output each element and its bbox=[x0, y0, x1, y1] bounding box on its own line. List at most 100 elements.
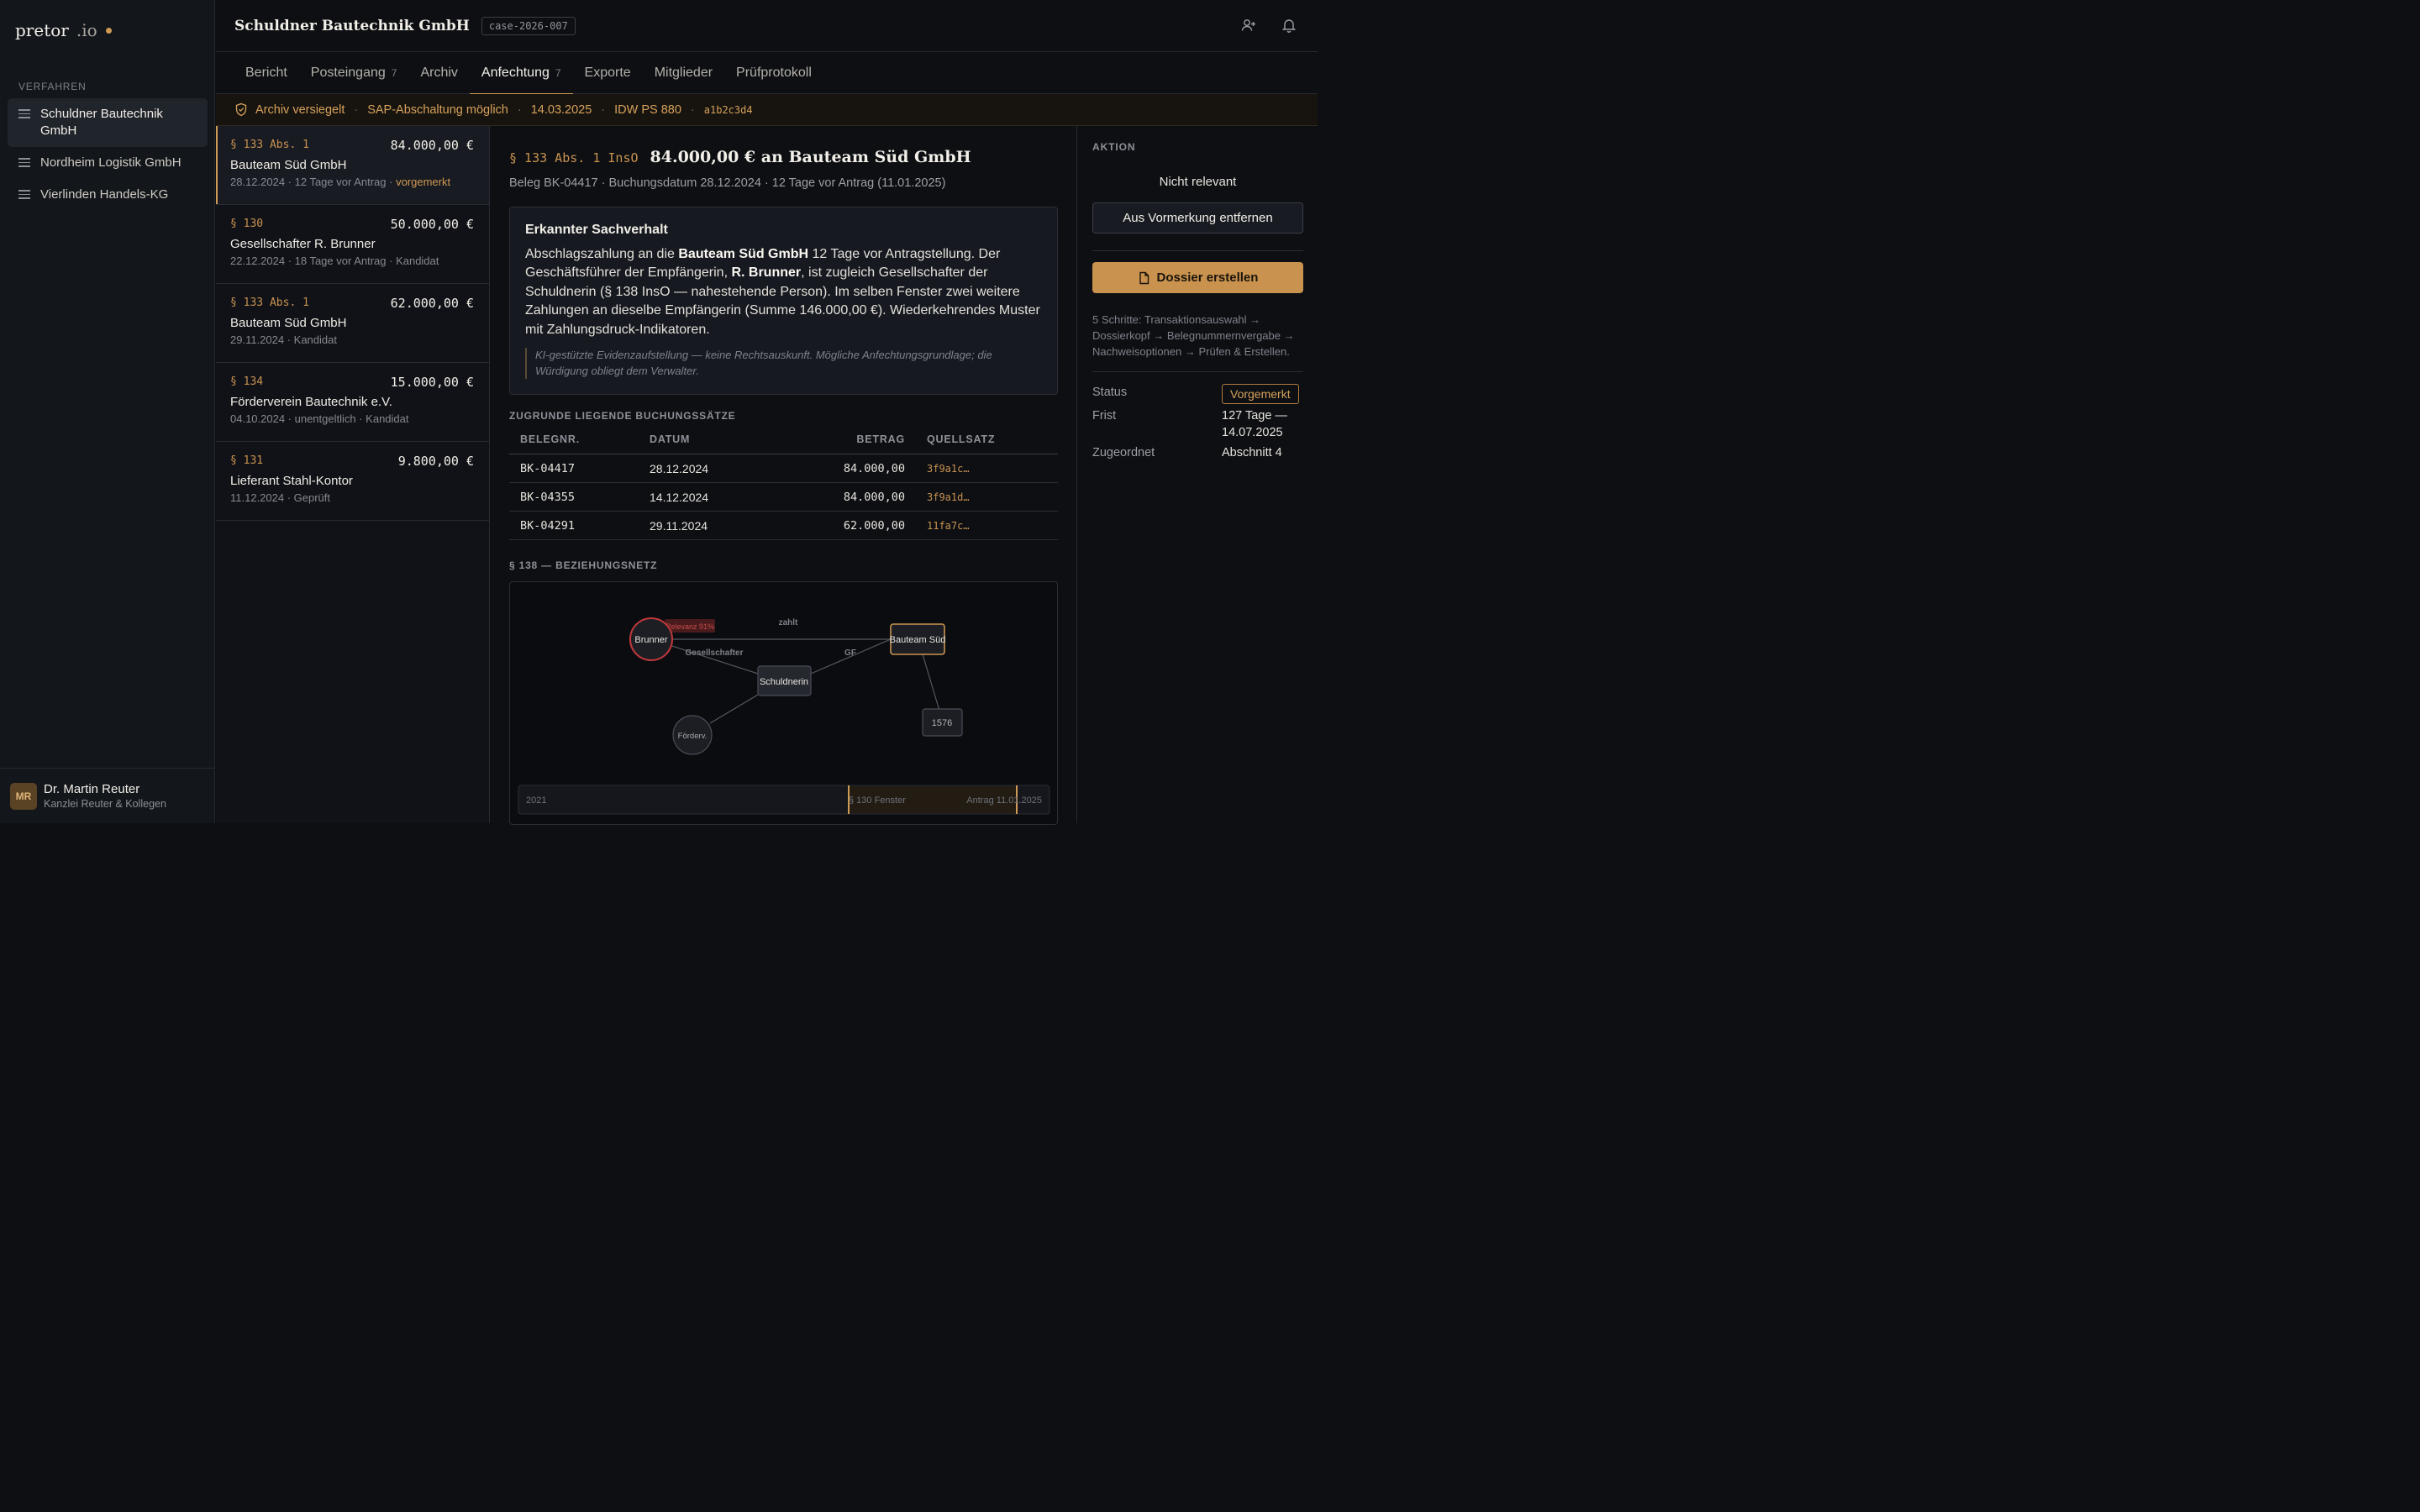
cell-date: 29.11.2024 bbox=[639, 511, 756, 541]
column-header: QUELLSATZ bbox=[916, 433, 1058, 455]
sidebar-item-label: Schuldner Bautechnik GmbH bbox=[40, 107, 163, 138]
create-dossier-button[interactable]: Dossier erstellen bbox=[1092, 262, 1303, 293]
cell-beleg: BK-04355 bbox=[509, 482, 639, 512]
list-item-meta: 04.10.2024 · unentgeltlich · Kandidat bbox=[230, 412, 409, 425]
timeline-bar[interactable]: 2021 § 130 Fenster Antrag 11.01.2025 bbox=[518, 785, 1050, 815]
list-item[interactable]: § 133 Abs. 1 84.000,00 € Bauteam Süd Gmb… bbox=[216, 126, 489, 205]
tab-label: Posteingang bbox=[310, 66, 386, 80]
dossier-steps-hint: 5 Schritte: Transaktionsauswahl → Dossie… bbox=[1092, 313, 1295, 358]
tab-count: 7 bbox=[391, 67, 397, 79]
detail-paragraph: § 133 Abs. 1 InsO bbox=[509, 150, 639, 165]
edge-1576 bbox=[922, 654, 940, 711]
sidebar-item-nordheim-logistik[interactable]: Nordheim Logistik GmbH bbox=[8, 147, 208, 179]
cell-beleg: BK-04291 bbox=[509, 511, 639, 541]
facts-card-body: Abschlagszahlung an die Bauteam Süd GmbH… bbox=[525, 247, 1040, 337]
column-header: BETRAG bbox=[756, 433, 916, 455]
node-brunner[interactable]: Brunner bbox=[629, 617, 673, 662]
cell-source-link[interactable]: 11fa7c… bbox=[916, 511, 1058, 541]
node-foerderv[interactable]: Förderv. bbox=[672, 715, 713, 755]
shield-check-icon bbox=[234, 102, 248, 117]
node-schuldnerin[interactable]: Schuldnerin bbox=[757, 665, 812, 696]
case-id-badge: case-2026-007 bbox=[481, 16, 576, 35]
detail-subtitle: Beleg BK-04417 · Buchungsdatum 28.12.202… bbox=[509, 176, 946, 190]
edge-label-gf: GF bbox=[844, 648, 856, 658]
cell-amount: 84.000,00 bbox=[756, 482, 916, 512]
edge-foerderv bbox=[709, 694, 759, 724]
timeline-start-label: 2021 bbox=[526, 795, 546, 806]
list-item[interactable]: § 130 50.000,00 € Gesellschafter R. Brun… bbox=[216, 205, 489, 284]
tab-label: Anfechtung bbox=[481, 66, 550, 80]
list-item-meta: 11.12.2024 · Geprüft bbox=[230, 491, 331, 504]
list-icon bbox=[18, 190, 30, 202]
column-header: BELEGNR. bbox=[509, 433, 639, 455]
cell-amount: 84.000,00 bbox=[756, 454, 916, 484]
detail-panel: § 133 Abs. 1 InsO 84.000,00 € an Bauteam… bbox=[491, 126, 1076, 826]
list-icon bbox=[18, 109, 30, 121]
frist-key: Frist bbox=[1092, 409, 1117, 423]
sidebar-section-title: VERFAHREN bbox=[18, 81, 87, 92]
transaction-list: § 133 Abs. 1 84.000,00 € Bauteam Süd Gmb… bbox=[216, 126, 490, 823]
bookings-section-title: ZUGRUNDE LIEGENDE BUCHUNGSSÄTZE bbox=[509, 410, 736, 423]
column-header: DATUM bbox=[639, 433, 756, 455]
assigned-value: Abschnitt 4 bbox=[1222, 446, 1282, 459]
table-row[interactable]: BK-04355 14.12.2024 84.000,00 3f9a1d… bbox=[509, 482, 1058, 512]
sidebar-item-vierlinden-handels[interactable]: Vierlinden Handels-KG bbox=[8, 179, 208, 211]
sealed-status: Archiv versiegelt bbox=[255, 102, 345, 117]
action-panel: AKTION Nicht relevant Aus Vormerkung ent… bbox=[1076, 126, 1318, 823]
not-relevant-button[interactable]: Nicht relevant bbox=[1092, 175, 1303, 189]
avatar: MR bbox=[10, 782, 37, 810]
topbar: Schuldner Bautechnik GmbH case-2026-007 bbox=[216, 0, 1318, 52]
tab-anfechtung[interactable]: Anfechtung 7 bbox=[469, 52, 573, 95]
sidebar-item-schuldner-bautechnik[interactable]: Schuldner Bautechnik GmbH bbox=[8, 98, 208, 147]
cell-source-link[interactable]: 3f9a1c… bbox=[916, 454, 1058, 484]
page-title: Schuldner Bautechnik GmbH bbox=[234, 17, 470, 34]
list-item[interactable]: § 131 9.800,00 € Lieferant Stahl-Kontor … bbox=[216, 442, 489, 521]
user-org: Kanzlei Reuter & Kollegen bbox=[44, 798, 166, 810]
list-item-meta: 22.12.2024 · 18 Tage vor Antrag · Kandid… bbox=[230, 255, 439, 267]
logo-dot-icon bbox=[105, 27, 112, 34]
node-label: Förderv. bbox=[678, 732, 708, 741]
tab-mitglieder[interactable]: Mitglieder bbox=[643, 52, 724, 94]
bell-icon[interactable] bbox=[1281, 17, 1297, 34]
meta-list: Status Vorgemerkt Frist 127 Tage — 14.07… bbox=[1092, 384, 1303, 461]
node-1576[interactable]: 1576 bbox=[922, 708, 963, 737]
cell-source-link[interactable]: 3f9a1d… bbox=[916, 482, 1058, 512]
ai-disclaimer: KI-gestützte Evidenzaufstellung — keine … bbox=[525, 348, 1042, 380]
edge-label-gesellschafter: Gesellschafter bbox=[686, 648, 744, 658]
facts-card-title: Erkannter Sachverhalt bbox=[525, 223, 668, 237]
list-item-name: Förderverein Bautechnik e.V. bbox=[230, 395, 392, 409]
node-label: Schuldnerin bbox=[760, 677, 808, 687]
list-item-name: Bauteam Süd GmbH bbox=[230, 158, 347, 172]
list-item-amount: 9.800,00 € bbox=[397, 454, 474, 469]
tab-posteingang[interactable]: Posteingang 7 bbox=[299, 52, 409, 94]
list-item[interactable]: § 133 Abs. 1 62.000,00 € Bauteam Süd Gmb… bbox=[216, 284, 489, 363]
cell-date: 14.12.2024 bbox=[639, 482, 756, 512]
tab-exporte[interactable]: Exporte bbox=[573, 52, 643, 94]
list-item[interactable]: § 134 15.000,00 € Förderverein Bautechni… bbox=[216, 363, 489, 442]
remove-mark-button[interactable]: Aus Vormerkung entfernen bbox=[1092, 202, 1303, 234]
tab-bericht[interactable]: Bericht bbox=[234, 52, 299, 94]
list-item-meta: 28.12.2024 · 12 Tage vor Antrag · bbox=[230, 176, 397, 188]
list-item-amount: 15.000,00 € bbox=[390, 375, 474, 390]
tab-bar: Bericht Posteingang 7 Archiv Anfechtung 7 … bbox=[216, 52, 1318, 95]
table-row[interactable]: BK-04291 29.11.2024 62.000,00 11fa7c… bbox=[509, 511, 1058, 541]
facts-card: Erkannter Sachverhalt Abschlagszahlung a… bbox=[509, 207, 1058, 396]
sidebar: pretor .io VERFAHREN Schuldner Bautechnik… bbox=[0, 0, 215, 823]
add-user-icon[interactable] bbox=[1240, 17, 1257, 34]
relationship-graph-canvas: zahlt Gesellschafter GF Relevanz 91% Bru… bbox=[518, 617, 1050, 815]
audit-standard: IDW PS 880 bbox=[614, 102, 681, 117]
edge-label-zahlt: zahlt bbox=[779, 618, 798, 627]
user-profile[interactable]: MR Dr. Martin Reuter Kanzlei Reuter & Ko… bbox=[0, 768, 215, 823]
table-row[interactable]: BK-04417 28.12.2024 84.000,00 3f9a1c… bbox=[509, 454, 1058, 484]
tab-archiv[interactable]: Archiv bbox=[408, 52, 469, 94]
node-bauteam[interactable]: Bauteam Süd bbox=[890, 623, 946, 655]
tab-label: Prüfprotokoll bbox=[736, 66, 812, 80]
cell-date: 28.12.2024 bbox=[639, 454, 756, 484]
status-badge: Vorgemerkt bbox=[1222, 384, 1299, 404]
tab-pruefprotokoll[interactable]: Prüfprotokoll bbox=[724, 52, 823, 94]
status-key: Status bbox=[1092, 386, 1128, 399]
list-item-amount: 84.000,00 € bbox=[390, 138, 474, 153]
document-icon bbox=[1139, 271, 1149, 284]
app-logo[interactable]: pretor .io bbox=[15, 20, 112, 40]
node-label: Bauteam Süd bbox=[890, 635, 946, 645]
